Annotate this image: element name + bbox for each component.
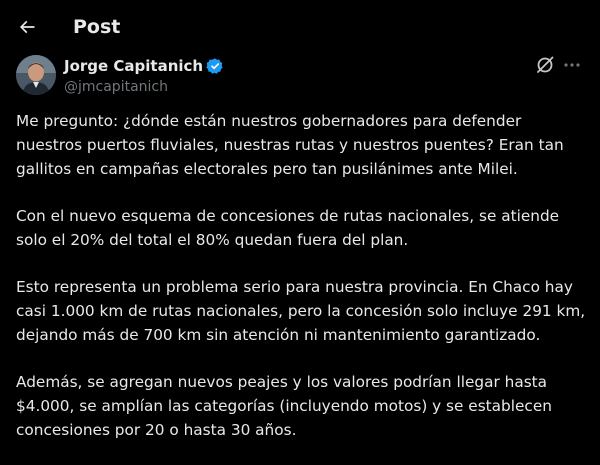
post-paragraph: Además, se agregan nuevos peajes y los v… (16, 373, 552, 439)
post-paragraph: Con el nuevo esquema de concesiones de r… (16, 207, 560, 249)
avatar[interactable] (16, 55, 56, 95)
grok-icon (537, 56, 554, 73)
post-text: Me pregunto: ¿dónde están nuestros gober… (16, 109, 586, 465)
author-name-text: Jorge Capitanich (64, 57, 204, 75)
page-title: Post (73, 16, 121, 38)
arrow-left-icon (19, 20, 35, 34)
more-button[interactable] (560, 54, 584, 76)
post-header: Post (0, 0, 600, 56)
post-paragraph: Esto representa un problema serio para n… (16, 278, 586, 344)
more-icon (564, 63, 580, 67)
grok-button[interactable] (534, 54, 556, 76)
back-button[interactable] (10, 10, 44, 44)
author-handle[interactable]: @jmcapitanich (64, 77, 168, 97)
post-paragraph: Me pregunto: ¿dónde están nuestros gober… (16, 112, 564, 178)
author-name[interactable]: Jorge Capitanich (64, 56, 224, 76)
verified-badge-icon (206, 57, 224, 75)
